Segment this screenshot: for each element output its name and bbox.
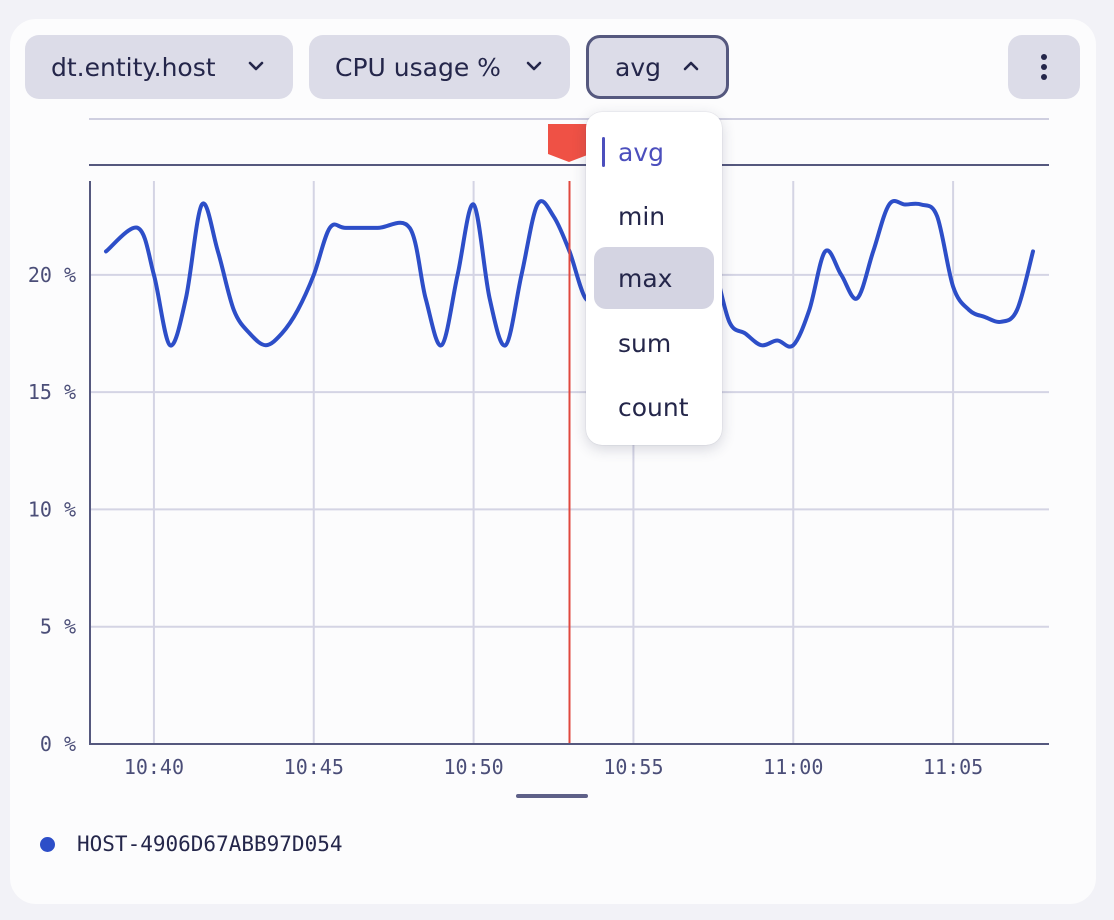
y-tick-label: 0 %	[40, 732, 76, 756]
x-tick-label: 10:55	[603, 755, 663, 779]
more-options-button[interactable]	[1008, 35, 1080, 99]
dropdown-option-count[interactable]: count	[594, 376, 714, 438]
chart-legend: HOST-4906D67ABB97D054	[40, 832, 343, 856]
metric-select-button[interactable]: CPU usage %	[309, 35, 570, 99]
dropdown-option-label: count	[618, 392, 689, 422]
entity-select-label: dt.entity.host	[51, 52, 216, 82]
dropdown-option-sum[interactable]: sum	[594, 312, 714, 374]
aggregation-dropdown-menu: avg min max sum count	[586, 112, 722, 445]
x-tick-label: 11:00	[763, 755, 823, 779]
dropdown-option-label: avg	[618, 137, 664, 167]
selected-indicator	[602, 137, 605, 167]
legend-series-label[interactable]: HOST-4906D67ABB97D054	[77, 832, 343, 856]
dropdown-option-label: min	[618, 201, 666, 231]
dropdown-option-max[interactable]: max	[594, 247, 714, 309]
dropdown-option-label: max	[618, 263, 673, 293]
metric-select-label: CPU usage %	[335, 52, 501, 82]
y-tick-label: 5 %	[40, 615, 76, 639]
chevron-down-icon	[248, 61, 264, 71]
x-tick-label: 10:45	[284, 755, 344, 779]
chevron-down-icon	[526, 61, 542, 71]
line-chart: 0 % 5 % 10 % 15 % 20 % 10:40 10:45 10:50 10:55 1…	[28, 118, 1049, 779]
legend-swatch	[40, 836, 55, 852]
aggregation-select-label: avg	[615, 52, 661, 82]
more-vertical-icon	[1041, 54, 1047, 80]
x-tick-label: 11:05	[923, 755, 983, 779]
dropdown-option-min[interactable]: min	[594, 185, 714, 247]
entity-select-button[interactable]: dt.entity.host	[25, 35, 293, 99]
aggregation-select-button[interactable]: avg	[586, 35, 729, 99]
chart-scroll-handle[interactable]	[516, 794, 588, 798]
event-marker-flag[interactable]	[548, 124, 590, 162]
x-tick-label: 10:40	[124, 755, 184, 779]
y-tick-label: 20 %	[28, 263, 76, 287]
x-tick-label: 10:50	[443, 755, 503, 779]
dropdown-option-avg[interactable]: avg	[594, 121, 714, 183]
y-tick-label: 10 %	[28, 497, 76, 521]
dropdown-option-label: sum	[618, 328, 672, 358]
y-tick-label: 15 %	[28, 380, 76, 404]
chevron-up-icon	[683, 61, 699, 71]
